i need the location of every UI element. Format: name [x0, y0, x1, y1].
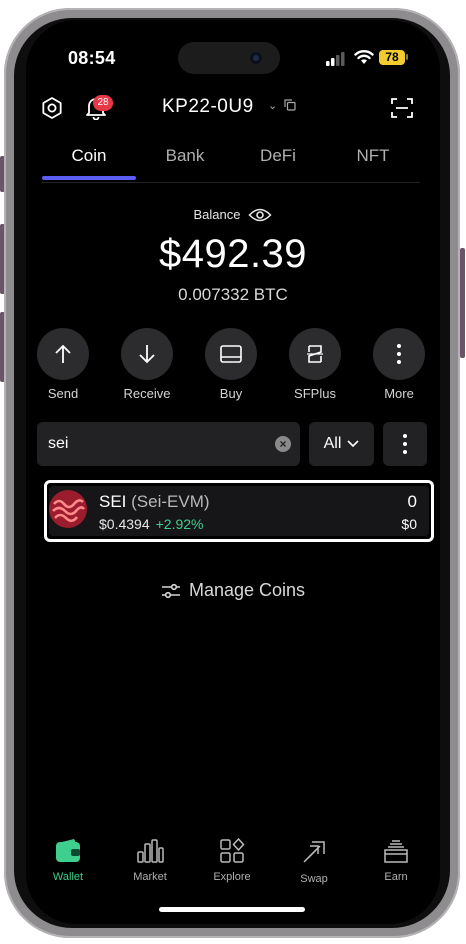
nav-market-label: Market — [133, 871, 167, 883]
manage-coins-button[interactable]: Manage Coins — [26, 580, 440, 601]
camera-icon — [250, 52, 262, 64]
dynamic-island — [178, 42, 280, 74]
highlight-outline — [44, 480, 434, 542]
nav-market[interactable]: Market — [110, 838, 190, 883]
earn-icon — [384, 840, 408, 863]
sfplus-icon — [289, 328, 341, 380]
signal-icon — [326, 52, 345, 66]
coin-search-box: × — [37, 422, 300, 466]
eye-icon[interactable] — [248, 207, 272, 223]
network-filter-dropdown[interactable]: All — [309, 422, 374, 466]
status-time: 08:54 — [68, 48, 116, 68]
nav-explore-label: Explore — [213, 871, 251, 883]
balance-label-text: Balance — [193, 207, 241, 222]
nav-swap[interactable]: Swap — [274, 838, 354, 885]
copy-icon[interactable] — [284, 99, 296, 111]
clear-search-icon[interactable]: × — [275, 436, 291, 452]
buy-label: Buy — [219, 386, 243, 401]
wallet-name[interactable]: KP22-0U9 — [162, 96, 254, 118]
more-button[interactable]: More — [357, 328, 440, 401]
nav-earn-label: Earn — [384, 871, 408, 883]
more-vertical-icon — [373, 328, 425, 380]
list-options-button[interactable] — [383, 422, 427, 466]
tab-coin[interactable]: Coin — [42, 146, 136, 166]
settings-gear-icon[interactable] — [38, 94, 66, 122]
phone-screen: 08:54 78 28 KP22-0U9 ⌄ Coin Bank DeFi NF… — [26, 20, 440, 924]
nav-explore[interactable]: Explore — [192, 837, 272, 883]
send-button[interactable]: Send — [26, 328, 105, 401]
sfplus-label: SFPlus — [294, 386, 336, 401]
nav-wallet[interactable]: Wallet — [28, 838, 108, 883]
wallet-icon — [56, 839, 80, 862]
filter-selected: All — [323, 435, 342, 452]
power-button — [460, 248, 465, 358]
card-icon — [205, 328, 257, 380]
send-label: Send — [47, 386, 79, 401]
receive-button[interactable]: Receive — [105, 328, 189, 401]
scan-icon[interactable] — [388, 95, 416, 121]
chevron-down-icon[interactable]: ⌄ — [268, 99, 277, 112]
receive-label: Receive — [123, 386, 171, 401]
balance-btc: 0.007332 BTC — [178, 285, 288, 304]
more-vertical-icon — [403, 434, 407, 454]
wifi-icon — [354, 50, 374, 64]
active-tab-indicator — [42, 176, 136, 180]
buy-button[interactable]: Buy — [189, 328, 273, 401]
notification-badge: 28 — [93, 95, 113, 111]
manage-coins-label: Manage Coins — [188, 580, 306, 600]
sfplus-button[interactable]: SFPlus — [273, 328, 357, 401]
home-indicator[interactable] — [159, 907, 305, 912]
nav-earn[interactable]: Earn — [356, 838, 436, 883]
bottom-nav: Wallet Market Explore Swap Earn — [26, 828, 440, 888]
chevron-down-icon — [347, 440, 359, 448]
arrow-down-icon — [121, 328, 173, 380]
tab-nft[interactable]: NFT — [326, 146, 420, 166]
battery-cap — [406, 54, 408, 60]
balance-amount: $492.39 — [158, 232, 308, 276]
nav-wallet-label: Wallet — [52, 871, 84, 883]
tab-defi[interactable]: DeFi — [231, 146, 325, 166]
swap-icon — [303, 841, 325, 863]
explore-icon — [220, 837, 245, 863]
more-label: More — [384, 386, 414, 401]
coin-search-input[interactable] — [37, 422, 278, 466]
sliders-icon — [161, 583, 180, 598]
arrow-up-icon — [37, 328, 89, 380]
nav-swap-label: Swap — [300, 873, 328, 885]
battery-indicator: 78 — [379, 50, 405, 65]
tab-bank[interactable]: Bank — [138, 146, 232, 166]
market-icon — [137, 839, 164, 863]
balance-label: Balance — [26, 207, 440, 222]
